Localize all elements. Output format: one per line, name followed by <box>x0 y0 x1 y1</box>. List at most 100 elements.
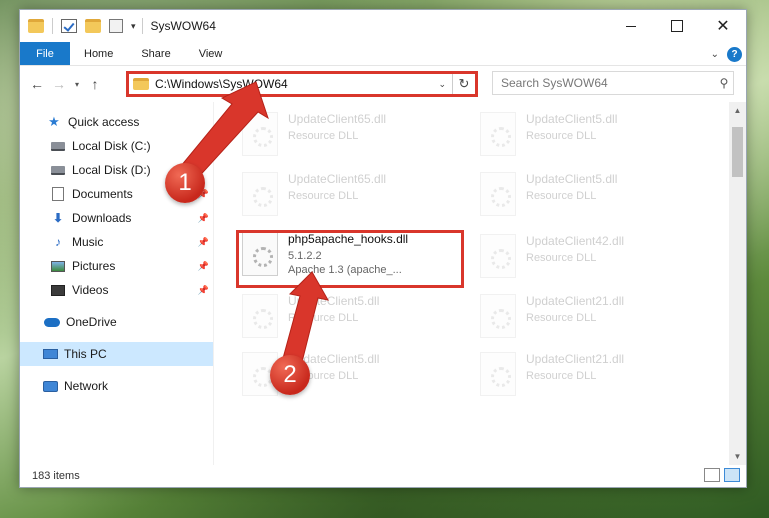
disk-icon <box>50 139 66 153</box>
pin-icon[interactable]: 📌 <box>198 285 209 296</box>
minimize-button[interactable] <box>608 10 654 42</box>
details-view-icon[interactable] <box>704 468 720 482</box>
file-list: UpdateClient65.dll Resource DLL UpdateCli… <box>214 102 746 465</box>
dll-file-icon <box>480 294 516 338</box>
sidebar-item-videos[interactable]: Videos 📌 <box>20 278 213 302</box>
divider <box>52 18 53 34</box>
dll-file-icon <box>480 234 516 278</box>
address-path[interactable]: C:\Windows\SysWOW64 <box>155 77 432 91</box>
sidebar-item-label: Network <box>64 379 109 393</box>
tab-home[interactable]: Home <box>70 42 127 65</box>
list-item[interactable]: UpdateClient5.dll Resource DLL <box>474 108 694 160</box>
sidebar-item-label: Pictures <box>72 259 116 273</box>
list-item[interactable]: UpdateClient21.dll Resource DLL <box>474 348 694 400</box>
sidebar-item-downloads[interactable]: ⬇ Downloads 📌 <box>20 206 213 230</box>
ribbon-controls: ⌄ ? <box>711 44 742 64</box>
sidebar-item-label: Music <box>72 235 104 249</box>
pin-icon[interactable]: 📌 <box>198 261 209 272</box>
network-icon <box>42 379 58 393</box>
dll-file-icon <box>480 112 516 156</box>
file-explorer-window: ▾ SysWOW64 ✕ File Home Share View ⌄ ? ← … <box>19 9 747 488</box>
vertical-scrollbar[interactable]: ▲ ▼ <box>729 102 746 465</box>
navigation-pane: ★ Quick access Local Disk (C:) Local Dis… <box>20 102 214 465</box>
list-item[interactable]: UpdateClient21.dll Resource DLL <box>474 290 694 342</box>
new-folder-icon[interactable] <box>85 19 101 33</box>
dll-file-icon <box>480 352 516 396</box>
list-item[interactable]: UpdateClient5.dll Resource DLL <box>474 168 694 220</box>
sidebar-item-local-disk-c[interactable]: Local Disk (C:) <box>20 134 213 158</box>
search-placeholder: Search SysWOW64 <box>501 76 608 90</box>
sidebar-item-pictures[interactable]: Pictures 📌 <box>20 254 213 278</box>
disk-icon <box>50 163 66 177</box>
cloud-icon <box>44 315 60 329</box>
properties-check-icon[interactable] <box>61 19 77 33</box>
list-item[interactable]: UpdateClient65.dll Resource DLL <box>236 168 456 220</box>
sidebar-item-label: Videos <box>72 283 109 297</box>
picture-icon <box>50 259 66 273</box>
expand-ribbon-icon[interactable]: ⌄ <box>711 49 719 60</box>
help-icon[interactable]: ? <box>727 46 742 62</box>
status-bar: 183 items <box>20 465 746 487</box>
sidebar-item-label: OneDrive <box>66 315 117 329</box>
tab-file[interactable]: File <box>20 42 70 65</box>
tab-view[interactable]: View <box>185 42 237 65</box>
list-item[interactable]: UpdateClient65.dll Resource DLL <box>236 108 456 160</box>
scroll-thumb[interactable] <box>732 127 743 177</box>
document-icon <box>50 187 66 201</box>
item-count: 183 items <box>32 470 80 482</box>
chevron-down-icon[interactable]: ▾ <box>131 21 136 32</box>
up-arrow-icon[interactable]: ↑ <box>84 73 106 95</box>
recent-locations-icon[interactable]: ▾ <box>70 80 84 89</box>
dll-file-icon <box>480 172 516 216</box>
list-item[interactable]: UpdateClient5.dll Resource DLL <box>236 290 456 342</box>
sidebar-item-label: Documents <box>72 187 133 201</box>
sidebar-item-label: This PC <box>64 347 107 361</box>
sidebar-item-label: Local Disk (C:) <box>72 139 151 153</box>
download-icon: ⬇ <box>52 211 64 225</box>
pin-icon[interactable]: 📌 <box>198 237 209 248</box>
folder-icon <box>133 78 149 90</box>
forward-arrow-icon[interactable]: → <box>48 73 70 95</box>
step-2-badge: 2 <box>270 355 310 395</box>
window-title: SysWOW64 <box>150 19 216 33</box>
sidebar-item-label: Quick access <box>68 115 140 129</box>
computer-icon <box>42 347 58 361</box>
dll-file-icon <box>242 172 278 216</box>
customize-toolbar-icon[interactable] <box>109 19 123 33</box>
sidebar-item-label: Downloads <box>72 211 132 225</box>
list-item[interactable]: UpdateClient42.dll Resource DLL <box>474 230 694 282</box>
title-bar: ▾ SysWOW64 ✕ <box>20 10 746 42</box>
window-controls: ✕ <box>608 10 746 42</box>
scroll-up-icon[interactable]: ▲ <box>729 102 746 119</box>
refresh-icon[interactable]: ↻ <box>453 76 475 92</box>
navigation-row: ← → ▾ ↑ C:\Windows\SysWOW64 ⌄ ↻ Search S… <box>20 66 746 102</box>
ribbon-tabs: File Home Share View ⌄ ? <box>20 42 746 66</box>
star-icon: ★ <box>48 114 60 129</box>
pin-icon[interactable]: 📌 <box>198 213 209 224</box>
sidebar-item-network[interactable]: Network <box>20 374 213 398</box>
sidebar-item-this-pc[interactable]: This PC <box>20 342 213 366</box>
address-bar[interactable]: C:\Windows\SysWOW64 ⌄ ↻ <box>126 71 478 97</box>
chevron-down-icon[interactable]: ⌄ <box>432 74 453 94</box>
maximize-button[interactable] <box>654 10 700 42</box>
large-icons-view-icon[interactable] <box>724 468 740 482</box>
sidebar-item-onedrive[interactable]: OneDrive <box>20 310 213 334</box>
back-arrow-icon[interactable]: ← <box>26 73 48 95</box>
dll-file-icon <box>242 294 278 338</box>
tab-share[interactable]: Share <box>127 42 184 65</box>
sidebar-item-music[interactable]: ♪ Music 📌 <box>20 230 213 254</box>
divider <box>141 18 143 34</box>
highlight-frame <box>236 230 464 288</box>
sidebar-item-quick-access[interactable]: ★ Quick access <box>20 110 213 134</box>
video-icon <box>50 283 66 297</box>
search-input[interactable]: Search SysWOW64 ⚲ <box>492 71 734 95</box>
dll-file-icon <box>242 112 278 156</box>
search-icon[interactable]: ⚲ <box>715 76 733 90</box>
folder-icon <box>28 19 44 33</box>
scroll-down-icon[interactable]: ▼ <box>729 448 746 465</box>
music-icon: ♪ <box>55 235 61 249</box>
close-button[interactable]: ✕ <box>700 10 746 42</box>
list-item[interactable]: UpdateClient5.dll Resource DLL <box>236 348 456 400</box>
main-content: ★ Quick access Local Disk (C:) Local Dis… <box>20 102 746 465</box>
sidebar-item-label: Local Disk (D:) <box>72 163 151 177</box>
